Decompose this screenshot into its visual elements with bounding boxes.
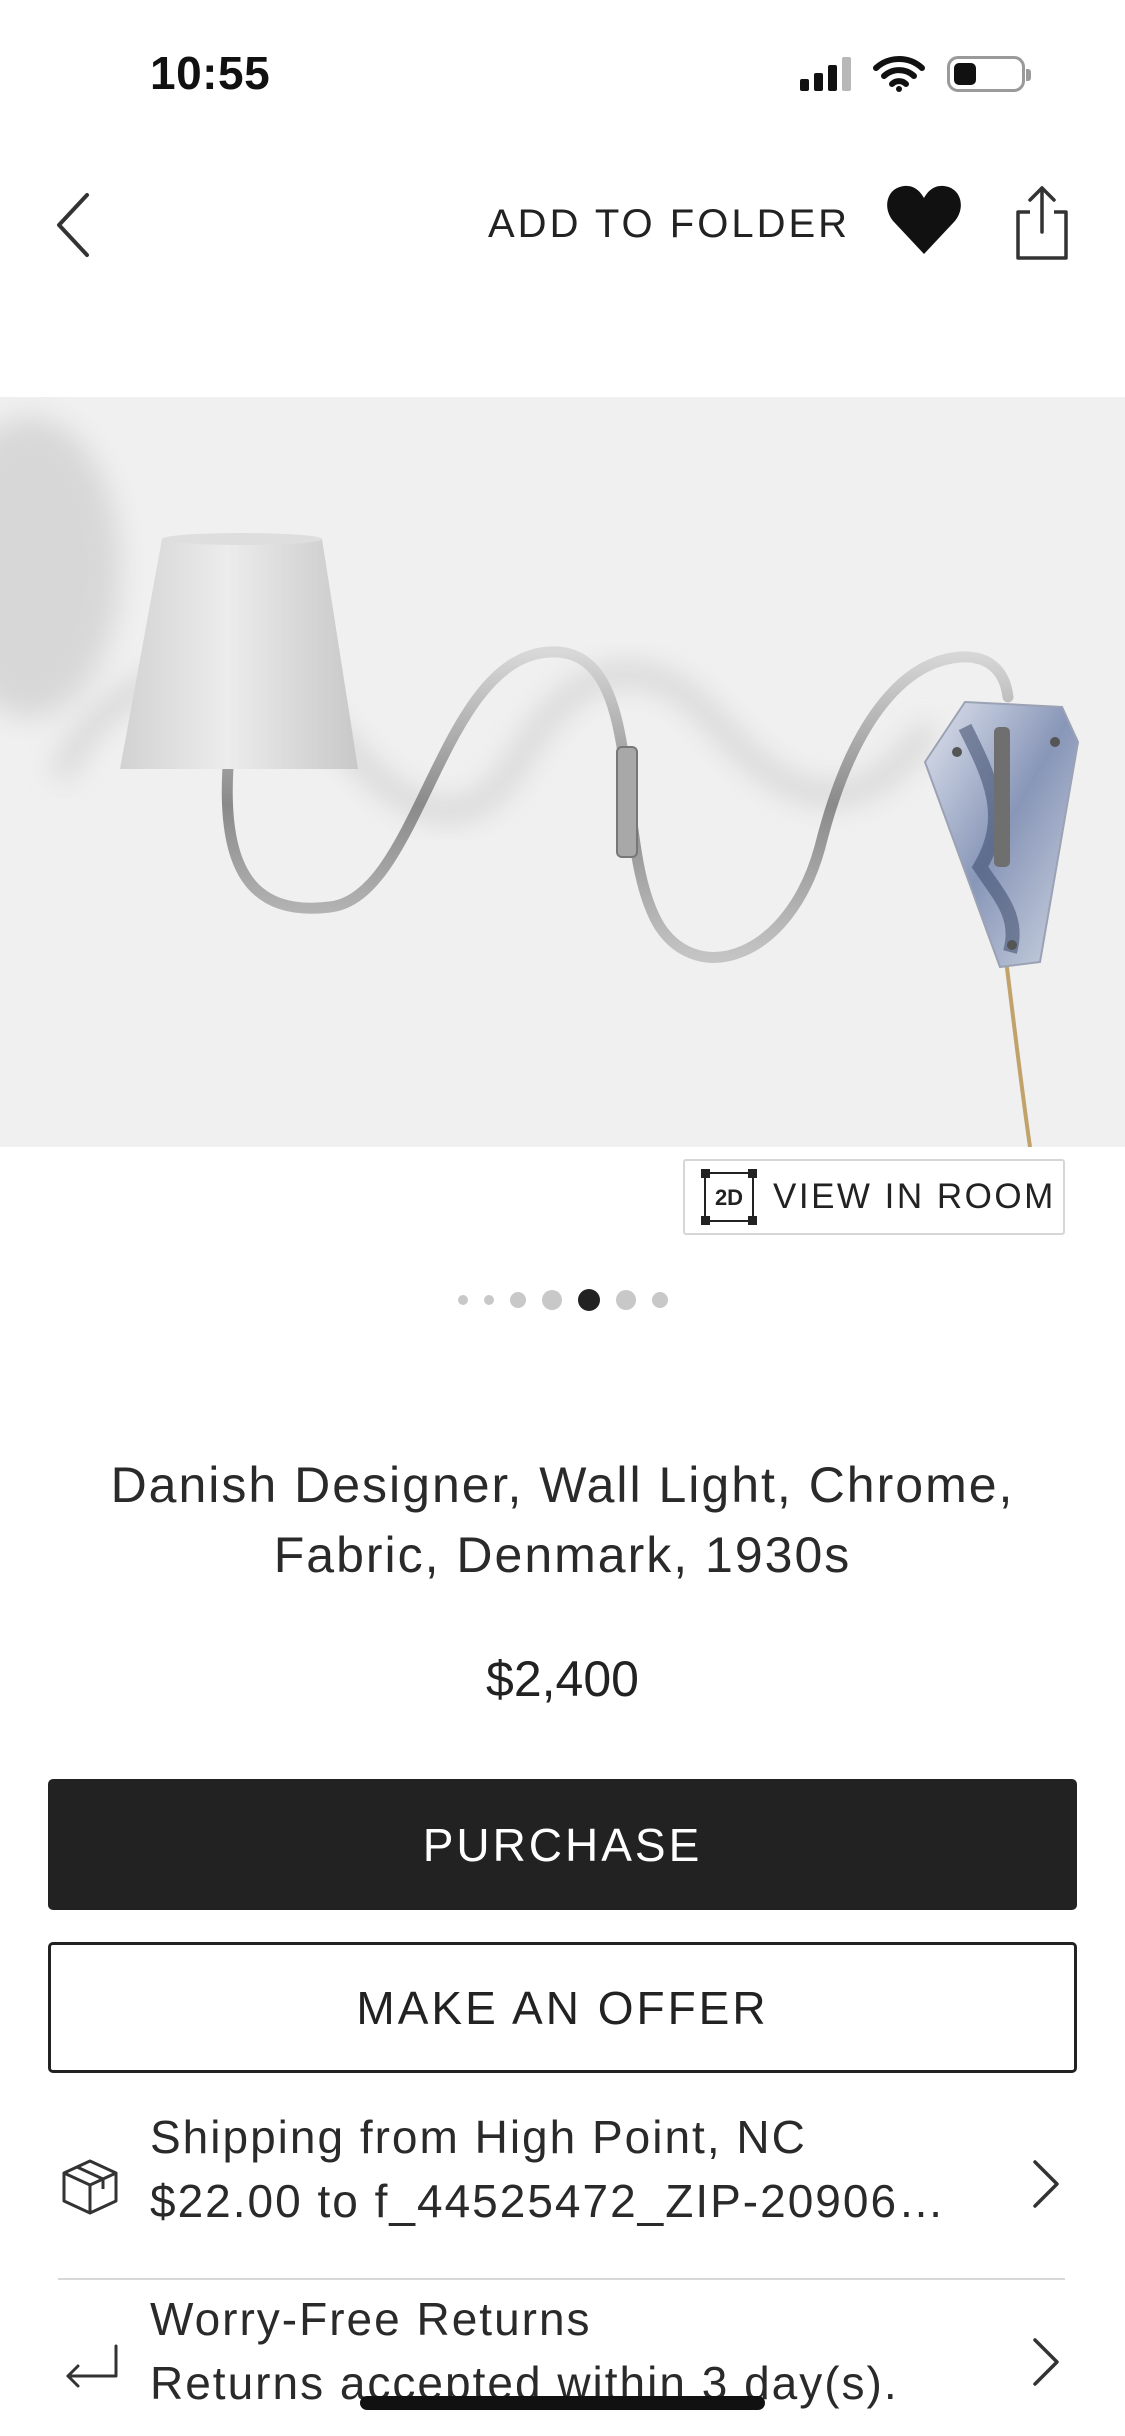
product-image[interactable] [0,397,1125,1147]
add-to-folder-button[interactable]: ADD TO FOLDER [488,202,850,247]
view-in-room-label: VIEW IN ROOM [773,1177,1056,1216]
shipping-title: Shipping from High Point, NC [150,2111,807,2163]
wifi-icon [873,56,925,92]
carousel-dot[interactable] [651,1292,668,1308]
view-mode-badge: 2D [715,1185,743,1210]
status-icons [800,56,1031,92]
chevron-right-icon [1033,2160,1059,2208]
returns-title: Worry-Free Returns [150,2293,592,2345]
purchase-button[interactable]: PURCHASE [48,1779,1077,1910]
make-offer-button[interactable]: MAKE AN OFFER [48,1942,1077,2073]
carousel-dot[interactable] [615,1290,636,1310]
return-icon [66,2344,118,2388]
signal-icon [800,57,851,91]
shipping-detail: $22.00 to f_44525472_ZIP-20906… [150,2175,947,2227]
share-icon[interactable] [1012,182,1072,262]
carousel-dot-active[interactable] [577,1289,600,1311]
back-icon[interactable] [45,185,105,265]
home-indicator[interactable] [360,2396,765,2410]
status-time: 10:55 [150,47,271,99]
view-in-room-icon: 2D [701,1169,757,1225]
header: ADD TO FOLDER [0,160,1125,280]
shipping-row[interactable]: Shipping from High Point, NC $22.00 to f… [58,2110,1065,2280]
heart-icon[interactable] [884,180,964,260]
status-bar: 10:55 [0,0,1125,150]
carousel-dot[interactable] [509,1292,526,1308]
carousel-dot[interactable] [457,1295,468,1305]
battery-icon [947,56,1031,92]
product-title: Danish Designer, Wall Light, Chrome, Fab… [110,1457,1015,1583]
chevron-right-icon [1033,2338,1059,2386]
battery-level [954,63,976,85]
package-icon [62,2159,118,2215]
returns-row[interactable]: Worry-Free Returns Returns accepted with… [58,2292,1065,2436]
wall-light-photo [0,417,1080,1147]
carousel-dots[interactable] [0,1278,1125,1322]
view-in-room-button[interactable]: 2D VIEW IN ROOM [683,1159,1065,1235]
carousel-dot[interactable] [483,1295,494,1305]
carousel-dot[interactable] [541,1290,562,1310]
product-price: $2,400 [486,1651,639,1707]
